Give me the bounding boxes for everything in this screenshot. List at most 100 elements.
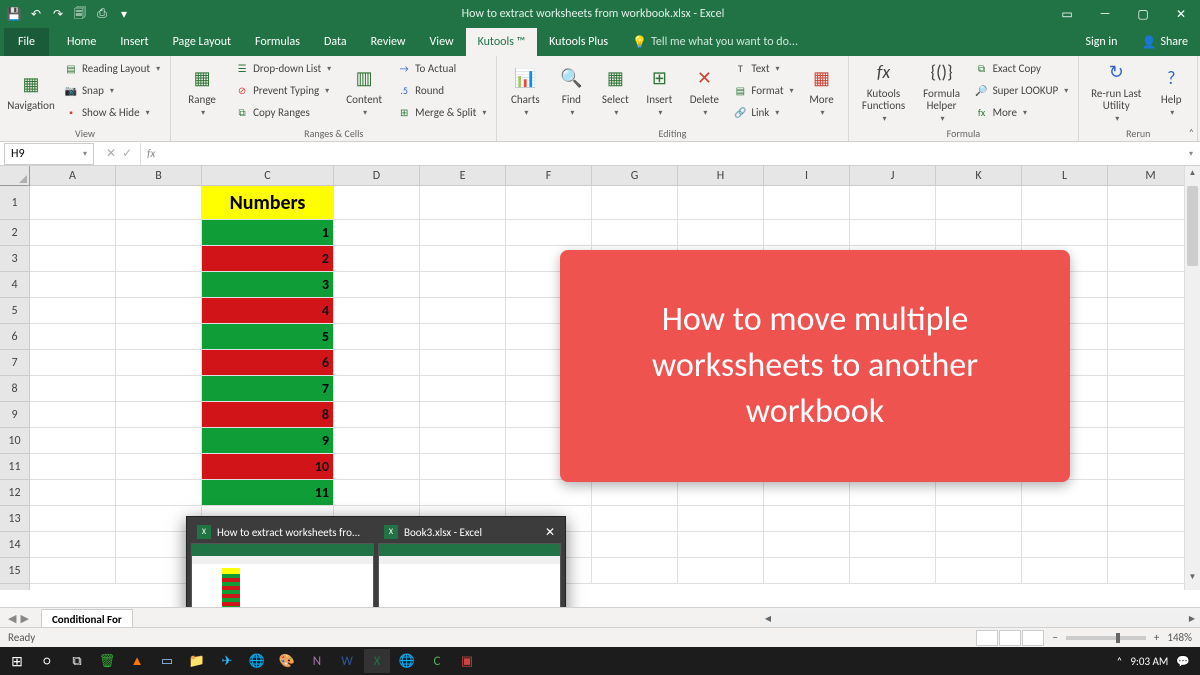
kutools-functions-button[interactable]: fxKutools Functions▾	[855, 58, 913, 124]
cell[interactable]	[1108, 532, 1184, 558]
cell[interactable]	[1108, 428, 1184, 454]
cell[interactable]: 10	[202, 454, 334, 480]
cell[interactable]	[420, 480, 506, 506]
rerun-button[interactable]: ↻Re-run Last Utility▾	[1085, 58, 1147, 124]
tab-kutools[interactable]: Kutools ™	[466, 28, 538, 56]
cell[interactable]	[30, 480, 116, 506]
telegram-icon[interactable]: ✈	[214, 649, 240, 673]
cell[interactable]	[30, 428, 116, 454]
cell[interactable]	[678, 558, 764, 584]
cell[interactable]	[1022, 186, 1108, 220]
tab-review[interactable]: Review	[359, 28, 418, 56]
cell[interactable]	[592, 506, 678, 532]
cell[interactable]	[30, 532, 116, 558]
cell[interactable]	[678, 480, 764, 506]
cell[interactable]	[1108, 402, 1184, 428]
scroll-down-icon[interactable]: ▼	[1185, 572, 1200, 588]
tab-home[interactable]: Home	[55, 28, 108, 56]
cell[interactable]	[1108, 246, 1184, 272]
cell[interactable]	[30, 402, 116, 428]
row-header[interactable]: 7	[0, 350, 29, 376]
cell[interactable]	[116, 186, 202, 220]
maximize-icon[interactable]: ▢	[1128, 7, 1158, 22]
cell[interactable]	[334, 324, 420, 350]
close-preview-icon[interactable]: ✕	[545, 525, 555, 540]
sheet-nav-prev-icon[interactable]: ◀	[8, 612, 16, 625]
link-button[interactable]: 🔗Link▾	[729, 102, 797, 123]
cell[interactable]	[506, 220, 592, 246]
cell[interactable]	[1108, 272, 1184, 298]
start-button[interactable]: ⊞	[4, 649, 30, 673]
word-icon[interactable]: W	[334, 649, 360, 673]
cell[interactable]	[116, 324, 202, 350]
signin-link[interactable]: Sign in	[1073, 28, 1129, 56]
formula-helper-button[interactable]: {()}Formula Helper▾	[917, 58, 967, 124]
cell[interactable]	[678, 220, 764, 246]
cell[interactable]: 3	[202, 272, 334, 298]
help-button[interactable]: ?Help▾	[1151, 58, 1191, 124]
tray-time[interactable]: 9:03 AM	[1130, 655, 1168, 668]
undo-icon[interactable]: ↶	[26, 4, 46, 24]
cell[interactable]	[334, 272, 420, 298]
col-header[interactable]: G	[592, 166, 678, 186]
cell[interactable]	[936, 480, 1022, 506]
cell[interactable]	[936, 558, 1022, 584]
cell[interactable]: 9	[202, 428, 334, 454]
cell[interactable]	[420, 324, 506, 350]
ribbon-options-icon[interactable]: ▭	[1052, 7, 1082, 22]
save-icon[interactable]: 💾	[4, 4, 24, 24]
cell[interactable]	[30, 506, 116, 532]
cell[interactable]	[764, 480, 850, 506]
cell[interactable]	[30, 298, 116, 324]
cell[interactable]	[678, 532, 764, 558]
cell[interactable]	[30, 454, 116, 480]
sheet-nav-next-icon[interactable]: ▶	[20, 612, 28, 625]
cell[interactable]	[592, 558, 678, 584]
view-pagelayout-button[interactable]	[999, 630, 1021, 646]
cell[interactable]	[116, 376, 202, 402]
content-button[interactable]: ▥ Content▾	[339, 58, 389, 124]
cell[interactable]	[30, 376, 116, 402]
cell[interactable]: 11	[202, 480, 334, 506]
col-header[interactable]: I	[764, 166, 850, 186]
scroll-thumb[interactable]	[1187, 186, 1198, 266]
row-header[interactable]: 15	[0, 558, 29, 584]
minimize-icon[interactable]: —	[1090, 7, 1120, 22]
notifications-icon[interactable]: 💬	[1176, 655, 1190, 668]
cell[interactable]	[1108, 454, 1184, 480]
cell[interactable]: 8	[202, 402, 334, 428]
row-header[interactable]: 2	[0, 220, 29, 246]
cell[interactable]	[30, 186, 116, 220]
col-header[interactable]: J	[850, 166, 936, 186]
tray-expand-icon[interactable]: ˄	[1116, 655, 1122, 668]
vertical-scrollbar[interactable]: ▲ ▼	[1184, 166, 1200, 590]
cell[interactable]	[936, 186, 1022, 220]
row-header[interactable]: 14	[0, 532, 29, 558]
cell[interactable]	[420, 298, 506, 324]
cell[interactable]	[764, 186, 850, 220]
cell[interactable]	[850, 558, 936, 584]
row-header[interactable]: 8	[0, 376, 29, 402]
expand-formula-bar-icon[interactable]: ▾	[1182, 149, 1200, 159]
cell[interactable]	[850, 506, 936, 532]
copy-icon[interactable]: 🗐	[70, 4, 90, 24]
onenote-icon[interactable]: N	[304, 649, 330, 673]
tellme-search[interactable]: 💡 Tell me what you want to do...	[620, 28, 810, 56]
enter-formula-icon[interactable]: ✓	[122, 146, 132, 161]
copy-ranges-button[interactable]: ⧉Copy Ranges	[231, 102, 335, 123]
cortana-icon[interactable]: ○	[34, 649, 60, 673]
col-header[interactable]: A	[30, 166, 116, 186]
excel-taskbar-icon[interactable]: X	[364, 649, 390, 673]
row-header[interactable]: 3	[0, 246, 29, 272]
col-header[interactable]: M	[1108, 166, 1184, 186]
cell[interactable]	[334, 402, 420, 428]
cell[interactable]	[850, 186, 936, 220]
cell[interactable]	[116, 246, 202, 272]
reading-layout-button[interactable]: ▤Reading Layout▾	[60, 58, 164, 79]
cell[interactable]	[506, 186, 592, 220]
redo-icon[interactable]: ↷	[48, 4, 68, 24]
cell[interactable]	[1022, 506, 1108, 532]
explorer-icon[interactable]: 📁	[184, 649, 210, 673]
collapse-ribbon-icon[interactable]: ˄	[1189, 126, 1194, 139]
cell[interactable]	[1022, 558, 1108, 584]
